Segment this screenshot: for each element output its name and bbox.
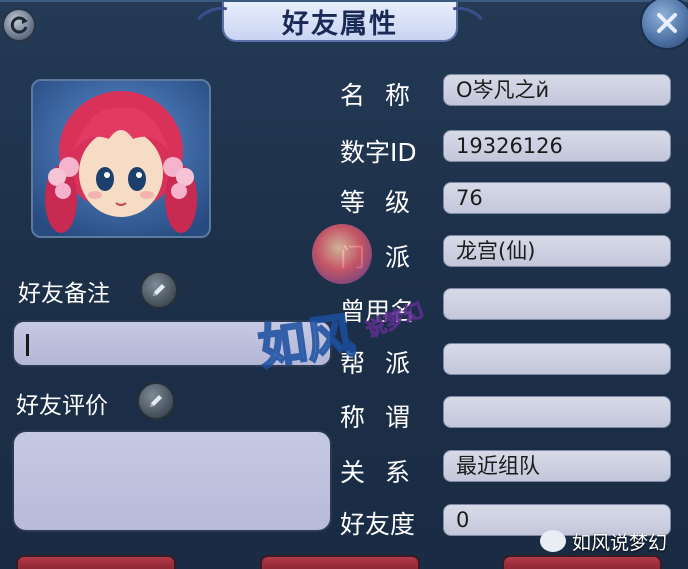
bottom-button-right[interactable] <box>502 555 662 569</box>
guild-value <box>443 343 671 375</box>
level-label: 等 级 <box>340 188 416 217</box>
refresh-icon <box>10 16 28 34</box>
close-button[interactable] <box>640 0 688 50</box>
bottom-button-left[interactable] <box>16 555 176 569</box>
watermark-main-text: 如风 <box>254 307 359 378</box>
bottom-button-middle[interactable] <box>260 555 420 569</box>
title-label: 称 谓 <box>340 403 416 432</box>
friend-attributes-panel: 好友属性 好友备注 好友评价 名 称 O岑凡之й 数字ID 19326126 等… <box>0 0 688 569</box>
name-label: 名 称 <box>340 81 416 110</box>
level-value: 76 <box>443 182 671 214</box>
text-cursor <box>26 334 29 356</box>
digital-id-value: 19326126 <box>443 130 671 162</box>
friend-evaluation-textarea[interactable] <box>12 430 332 532</box>
close-icon <box>657 13 677 33</box>
refresh-button[interactable] <box>2 8 36 42</box>
pencil-icon <box>153 284 165 296</box>
character-portrait <box>33 81 209 236</box>
edit-note-button[interactable] <box>140 271 178 309</box>
title-banner: 好友属性 <box>222 2 458 42</box>
relation-value: 最近组队 <box>443 450 671 482</box>
window-title: 好友属性 <box>282 8 398 40</box>
edit-evaluation-button[interactable] <box>137 382 175 420</box>
friendship-label: 好友度 <box>340 510 416 539</box>
digital-id-label: 数字ID <box>340 138 417 167</box>
corner-badge-text: 如风说梦幻 <box>572 531 668 554</box>
evaluation-label: 好友评价 <box>16 393 108 419</box>
corner-badge: 如风说梦幻 <box>540 526 667 556</box>
school-value: 龙宫(仙) <box>443 235 671 267</box>
name-value: O岑凡之й <box>443 74 671 106</box>
note-label: 好友备注 <box>18 281 110 307</box>
pencil-icon <box>150 395 162 407</box>
friend-avatar <box>31 79 211 238</box>
title-value <box>443 396 671 428</box>
former-name-value <box>443 288 671 320</box>
relation-label: 关 系 <box>340 458 416 487</box>
wechat-icon <box>540 530 566 552</box>
watermark-figure <box>312 224 372 284</box>
